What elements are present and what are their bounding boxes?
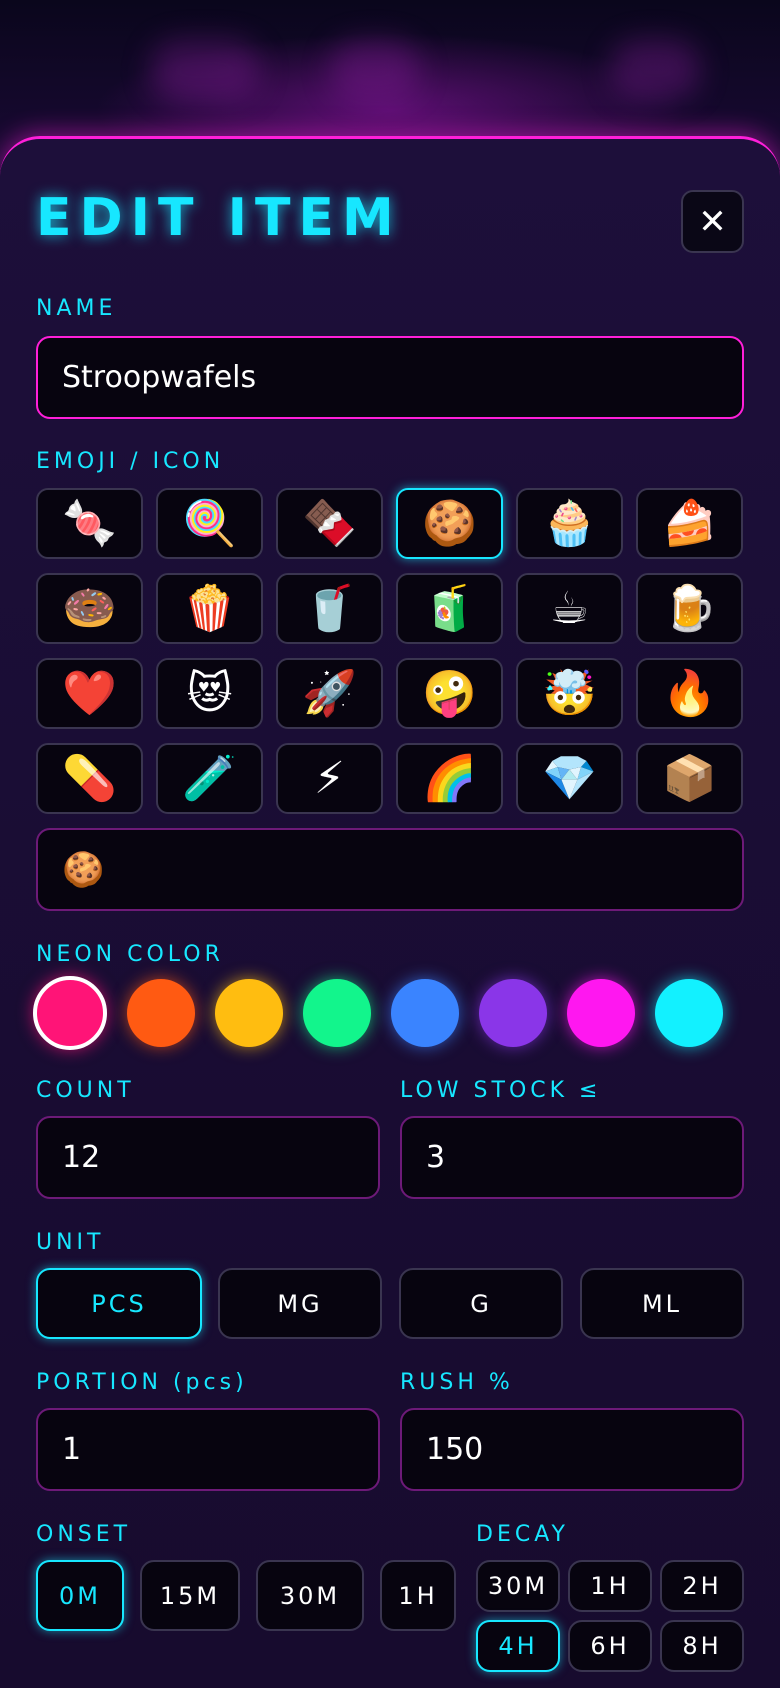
- emoji-option[interactable]: 💎: [516, 743, 623, 814]
- custom-emoji-input[interactable]: 🍪: [36, 828, 744, 911]
- color-swatch[interactable]: [479, 979, 547, 1047]
- unit-label: UNIT: [36, 1230, 105, 1255]
- count-label: COUNT: [36, 1078, 135, 1103]
- onset-option[interactable]: 30M: [256, 1560, 364, 1631]
- portion-label: PORTION (pcs): [36, 1370, 248, 1395]
- low-stock-input-value: 3: [426, 1140, 446, 1175]
- emoji-option[interactable]: 🍿: [156, 573, 263, 644]
- emoji-option[interactable]: 🤯: [516, 658, 623, 729]
- emoji-option[interactable]: 🍰: [636, 488, 743, 559]
- emoji-option[interactable]: 💊: [36, 743, 143, 814]
- count-input[interactable]: 12: [36, 1116, 380, 1199]
- emoji-option[interactable]: 🥤: [276, 573, 383, 644]
- emoji-option[interactable]: 🍪: [396, 488, 503, 559]
- decay-option[interactable]: 1H: [568, 1560, 652, 1612]
- background-blob: [610, 40, 700, 100]
- onset-option[interactable]: 0M: [36, 1560, 124, 1631]
- color-swatch[interactable]: [567, 979, 635, 1047]
- name-input[interactable]: Stroopwafels: [36, 336, 744, 419]
- rush-input-value: 150: [426, 1432, 484, 1467]
- low-stock-label: LOW STOCK ≤: [400, 1078, 602, 1103]
- decay-option[interactable]: 4H: [476, 1620, 560, 1672]
- emoji-label: EMOJI / ICON: [36, 449, 225, 474]
- emoji-option[interactable]: 🧃: [396, 573, 503, 644]
- emoji-option[interactable]: 🧪: [156, 743, 263, 814]
- emoji-option[interactable]: 🔥: [636, 658, 743, 729]
- emoji-option[interactable]: 🍬: [36, 488, 143, 559]
- emoji-option[interactable]: 🍭: [156, 488, 263, 559]
- portion-input-value: 1: [62, 1432, 82, 1467]
- count-input-value: 12: [62, 1140, 101, 1175]
- unit-option[interactable]: ML: [580, 1268, 744, 1339]
- emoji-option[interactable]: 🚀: [276, 658, 383, 729]
- close-button[interactable]: ✕: [681, 190, 744, 253]
- color-swatch[interactable]: [127, 979, 195, 1047]
- onset-label: ONSET: [36, 1522, 132, 1547]
- decay-option[interactable]: 8H: [660, 1620, 744, 1672]
- portion-input[interactable]: 1: [36, 1408, 380, 1491]
- neon-color-label: NEON COLOR: [36, 942, 224, 967]
- decay-option[interactable]: 30M: [476, 1560, 560, 1612]
- unit-option[interactable]: MG: [218, 1268, 382, 1339]
- color-swatch[interactable]: [215, 979, 283, 1047]
- onset-option[interactable]: 15M: [140, 1560, 240, 1631]
- color-swatch[interactable]: [33, 976, 107, 1050]
- rush-label: RUSH %: [400, 1370, 514, 1395]
- onset-option[interactable]: 1H: [380, 1560, 456, 1631]
- emoji-option[interactable]: ☕: [516, 573, 623, 644]
- emoji-option[interactable]: 😻: [156, 658, 263, 729]
- background-blob: [330, 40, 420, 100]
- unit-option[interactable]: PCS: [36, 1268, 202, 1339]
- custom-emoji-value: 🍪: [62, 849, 105, 890]
- close-icon: ✕: [698, 201, 727, 242]
- decay-option[interactable]: 2H: [660, 1560, 744, 1612]
- color-swatch[interactable]: [391, 979, 459, 1047]
- emoji-option[interactable]: 🍺: [636, 573, 743, 644]
- emoji-option[interactable]: 🧁: [516, 488, 623, 559]
- unit-option[interactable]: G: [399, 1268, 563, 1339]
- emoji-option[interactable]: 🍩: [36, 573, 143, 644]
- name-input-value: Stroopwafels: [62, 360, 257, 395]
- emoji-option[interactable]: ❤️: [36, 658, 143, 729]
- color-swatch[interactable]: [303, 979, 371, 1047]
- emoji-grid: 🍬 🍭 🍫 🍪 🧁 🍰 🍩 🍿 🥤 🧃 ☕ 🍺 ❤️ 😻 🚀 🤪 🤯 🔥 💊 🧪 ⚡ 🌈 💎 📦: [36, 488, 744, 814]
- background-blob: [150, 40, 260, 100]
- low-stock-input[interactable]: 3: [400, 1116, 744, 1199]
- decay-option[interactable]: 6H: [568, 1620, 652, 1672]
- emoji-option[interactable]: 📦: [636, 743, 743, 814]
- emoji-option[interactable]: 🤪: [396, 658, 503, 729]
- color-swatch[interactable]: [655, 979, 723, 1047]
- neon-color-swatches: [33, 976, 753, 1050]
- decay-label: DECAY: [476, 1522, 569, 1547]
- emoji-option[interactable]: ⚡: [276, 743, 383, 814]
- name-label: NAME: [36, 296, 117, 321]
- emoji-option[interactable]: 🌈: [396, 743, 503, 814]
- emoji-option[interactable]: 🍫: [276, 488, 383, 559]
- page-title: EDIT ITEM: [36, 188, 402, 248]
- rush-input[interactable]: 150: [400, 1408, 744, 1491]
